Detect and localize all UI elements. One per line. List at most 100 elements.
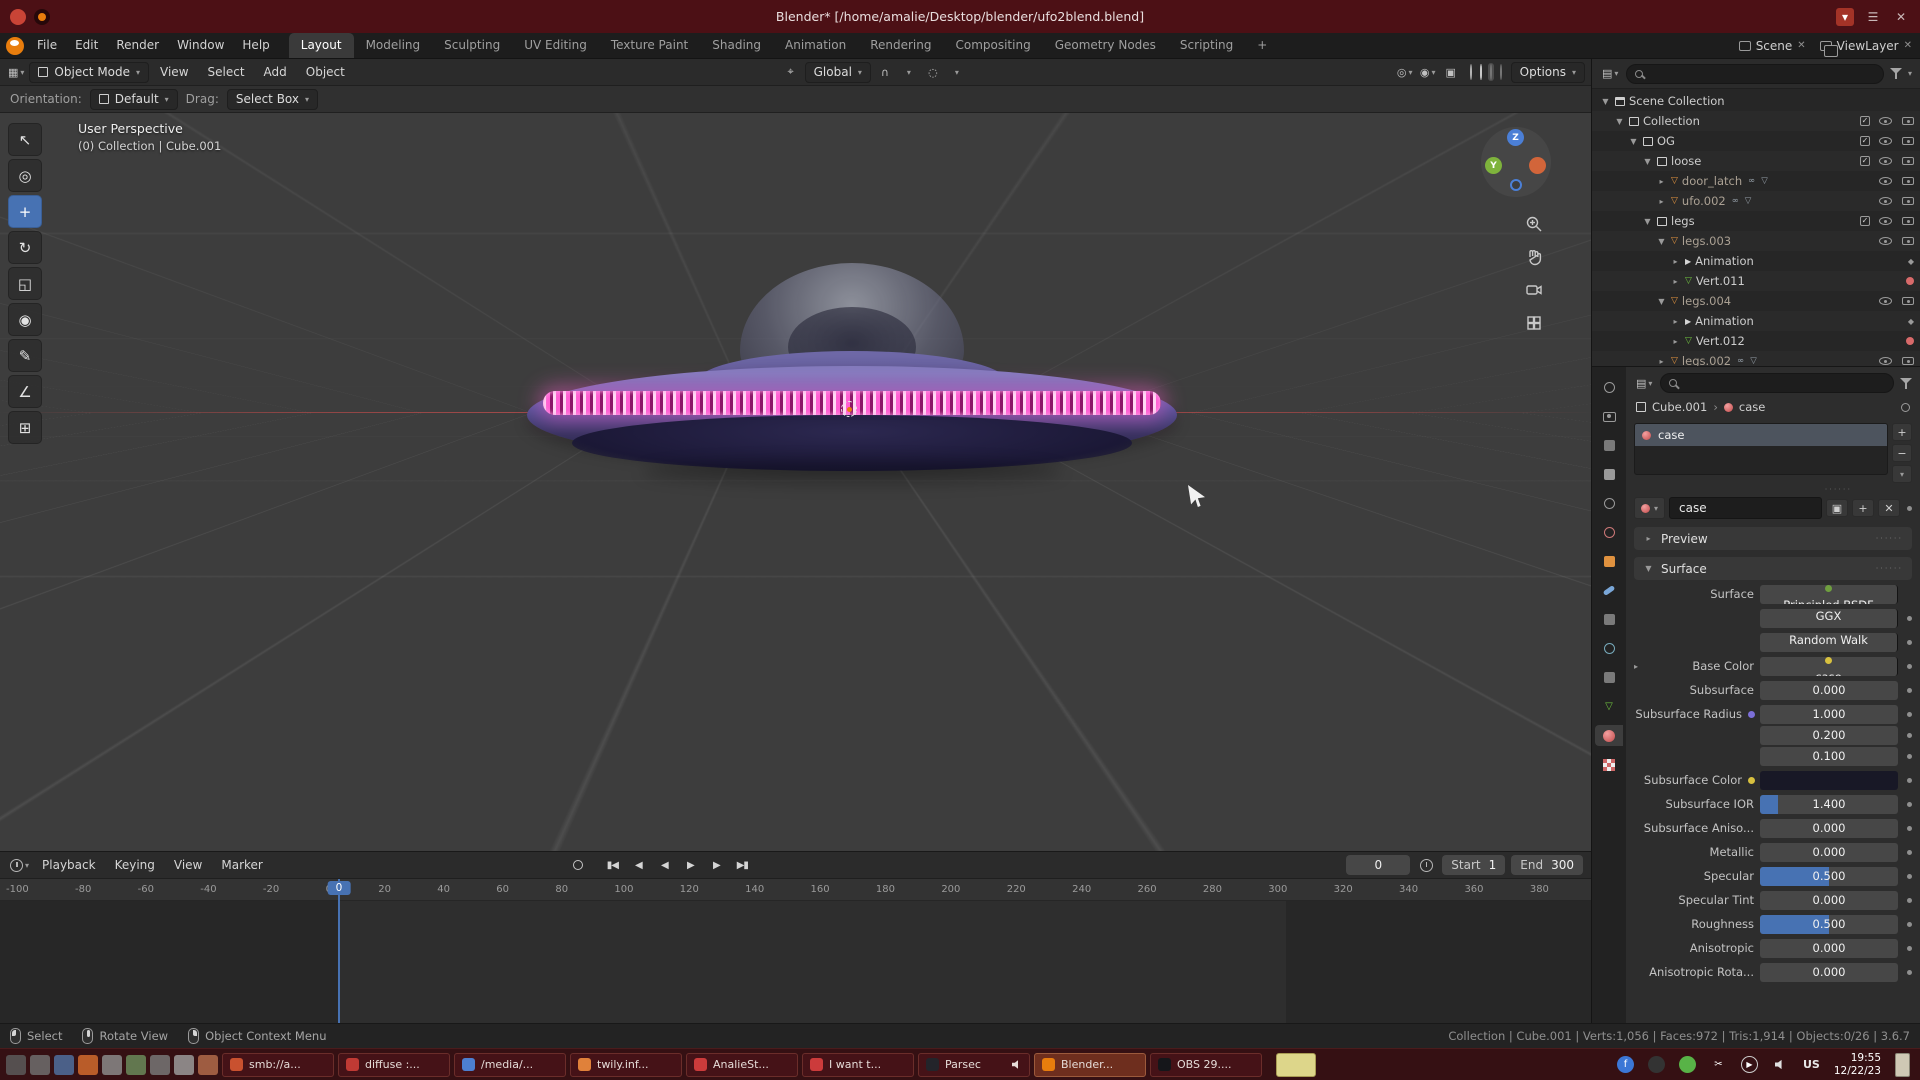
filter-icon[interactable] — [1890, 68, 1902, 79]
taskbar-window-button[interactable]: twily.inf... — [570, 1053, 682, 1077]
outliner-row-legs[interactable]: ▼ legs ✓ — [1592, 211, 1920, 231]
outliner-row-collection[interactable]: ▼ Collection ✓ — [1592, 111, 1920, 131]
specular-slider[interactable]: 0.500 — [1760, 867, 1898, 886]
subsurface-radius-field-x[interactable]: 1.000 — [1760, 705, 1898, 724]
fake-user-button[interactable]: ▣ — [1826, 499, 1848, 517]
outliner-row-legs-004[interactable]: ▼ ▽ legs.004 — [1592, 291, 1920, 311]
snap-magnet-icon[interactable]: ∩ — [875, 62, 895, 82]
tool-button-cursor[interactable]: ◎ — [8, 159, 42, 192]
outliner-row-door-latch[interactable]: ▸ ▽ door_latch ∞ ▽ — [1592, 171, 1920, 191]
taskbar-window-button[interactable]: Blender... — [1034, 1053, 1146, 1077]
zoom-icon[interactable] — [1523, 213, 1545, 235]
tab-view-layer[interactable] — [1595, 464, 1623, 485]
launcher-icon[interactable] — [30, 1055, 50, 1075]
tray-chat-icon[interactable]: f — [1617, 1056, 1634, 1073]
properties-editor-type-icon[interactable]: ▤▾ — [1634, 373, 1654, 393]
timeline-editor-type-icon[interactable]: ▾ — [8, 855, 31, 875]
topbar-menu[interactable]: File — [28, 33, 66, 58]
taskbar-window-button[interactable]: /media/... — [454, 1053, 566, 1077]
tool-button-annotate[interactable]: ✎ — [8, 339, 42, 372]
disable-render-icon[interactable] — [1902, 237, 1914, 245]
topbar-menu[interactable]: Edit — [66, 33, 107, 58]
clock[interactable]: 19:55 12/22/23 — [1834, 1052, 1881, 1077]
outliner-row-og[interactable]: ▼ OG ✓ — [1592, 131, 1920, 151]
tray-status-icon[interactable] — [1679, 1056, 1696, 1073]
window-shade-icon[interactable]: ▾ — [1836, 8, 1854, 26]
camera-view-icon[interactable] — [1523, 279, 1545, 301]
expand-icon[interactable]: ▸ — [1656, 357, 1667, 366]
navigation-gizmo[interactable]: Z Y — [1481, 127, 1551, 197]
hide-viewport-icon[interactable] — [1879, 117, 1892, 125]
material-slot-list[interactable]: case — [1634, 423, 1888, 475]
tab-constraints[interactable] — [1595, 667, 1623, 688]
timeline-ruler[interactable]: -100-80-60-40-20020406080100120140160180… — [0, 879, 1591, 901]
shading-material-icon[interactable] — [1488, 63, 1494, 81]
3d-viewport[interactable]: User Perspective (0) Collection | Cube.0… — [0, 113, 1591, 851]
disable-render-icon[interactable] — [1902, 217, 1914, 225]
subsurface-radius-field-y[interactable]: 0.200 — [1760, 726, 1898, 745]
keyboard-layout-indicator[interactable]: US — [1803, 1058, 1820, 1071]
snap-dropdown-icon[interactable]: ▾ — [899, 62, 919, 82]
checkbox-icon[interactable]: ✓ — [1860, 156, 1870, 166]
transport-button[interactable]: ▶▮ — [730, 855, 754, 875]
launcher-icon[interactable] — [174, 1055, 194, 1075]
metallic-slider[interactable]: 0.000 — [1760, 843, 1898, 862]
view-layer-unlink-icon[interactable]: ✕ — [1904, 40, 1912, 51]
timeline-menu[interactable]: Marker — [213, 858, 270, 872]
taskbar-window-button[interactable]: AnalieSt... — [686, 1053, 798, 1077]
hide-viewport-icon[interactable] — [1879, 157, 1892, 165]
subsurface-method-dropdown[interactable]: Random Walk▾ — [1760, 633, 1898, 652]
viewport-menu[interactable]: Select — [200, 65, 253, 79]
tab-object-data[interactable]: ▽ — [1595, 696, 1623, 717]
transport-button[interactable]: ▮◀ — [600, 855, 624, 875]
breadcrumb-material[interactable]: case — [1739, 400, 1765, 414]
proportional-edit-icon[interactable]: ◌ — [923, 62, 943, 82]
shading-rendered-icon[interactable] — [1498, 63, 1504, 81]
outliner-row-ufo-002[interactable]: ▸ ▽ ufo.002 ∞ ▽ — [1592, 191, 1920, 211]
outliner-row-animation[interactable]: ▸ ▶ Animation ◆ — [1592, 251, 1920, 271]
axis-z-ball[interactable]: Z — [1507, 129, 1524, 146]
expand-icon[interactable]: ▼ — [1600, 97, 1611, 106]
disable-render-icon[interactable] — [1902, 197, 1914, 205]
surface-panel-header[interactable]: ▼ Surface ······ — [1634, 557, 1912, 580]
browse-material-button[interactable]: ▾ — [1634, 497, 1665, 519]
drag-dropdown[interactable]: Select Box ▾ — [227, 89, 318, 110]
tool-button-select[interactable]: ↖ — [8, 123, 42, 156]
orientation-dropdown[interactable]: Global▾ — [805, 62, 871, 83]
expand-icon[interactable]: ▼ — [1656, 237, 1667, 246]
viewport-menu[interactable]: Add — [256, 65, 295, 79]
tab-scene[interactable] — [1595, 493, 1623, 514]
taskbar-window-button[interactable]: smb://a... — [222, 1053, 334, 1077]
axis-x-ball[interactable] — [1529, 157, 1546, 174]
tab-world[interactable] — [1595, 522, 1623, 543]
checkbox-icon[interactable]: ✓ — [1860, 116, 1870, 126]
add-slot-button[interactable]: + — [1892, 423, 1912, 441]
transform-orientation-icon[interactable]: ⌖ — [781, 62, 801, 82]
outliner-row-vert-011[interactable]: ▸ ▽ Vert.011 — [1592, 271, 1920, 291]
filter-dropdown-icon[interactable]: ▾ — [1908, 69, 1912, 78]
timeline-menu[interactable]: Keying — [107, 858, 163, 872]
topbar-menu[interactable]: Help — [233, 33, 278, 58]
expand-icon[interactable]: ▸ — [1670, 337, 1681, 346]
tab-modifiers[interactable] — [1595, 580, 1623, 601]
auto-keying-button[interactable] — [568, 855, 588, 875]
launcher-icon[interactable] — [150, 1055, 170, 1075]
expand-icon[interactable]: ▸ — [1656, 177, 1667, 186]
distribution-dropdown[interactable]: GGX▾ — [1760, 609, 1898, 628]
properties-filter-icon[interactable] — [1900, 378, 1912, 389]
taskbar-notes-button[interactable] — [1276, 1053, 1316, 1077]
workspace-tab[interactable]: Shading — [700, 33, 773, 58]
shading-solid-icon[interactable] — [1478, 63, 1484, 81]
subsurface-slider[interactable]: 0.000 — [1760, 681, 1898, 700]
roughness-slider[interactable]: 0.500 — [1760, 915, 1898, 934]
editor-type-icon[interactable]: ▦▾ — [6, 62, 26, 82]
show-desktop-widget[interactable] — [1895, 1053, 1910, 1077]
outliner-row-animation-2[interactable]: ▸ ▶ Animation ◆ — [1592, 311, 1920, 331]
tab-physics[interactable] — [1595, 638, 1623, 659]
scene-selector[interactable]: Scene ✕ — [1739, 39, 1806, 53]
pin-icon[interactable] — [1901, 403, 1910, 412]
expand-icon[interactable]: ▸ — [1670, 277, 1681, 286]
launcher-icon[interactable] — [102, 1055, 122, 1075]
checkbox-icon[interactable]: ✓ — [1860, 136, 1870, 146]
taskbar-window-button[interactable]: Parsec — [918, 1053, 1030, 1077]
